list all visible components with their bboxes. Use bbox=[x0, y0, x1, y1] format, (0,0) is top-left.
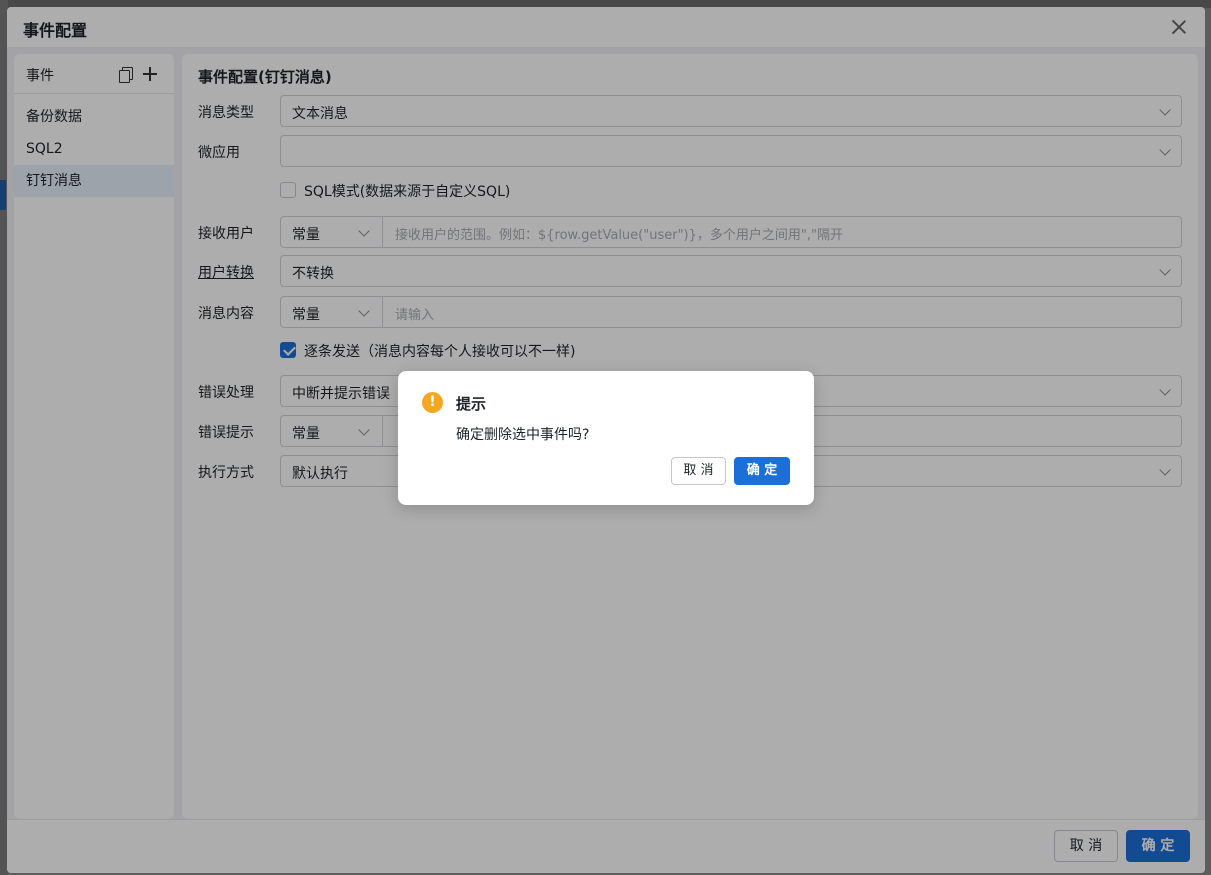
warning-icon: ! bbox=[422, 392, 443, 413]
confirm-title: 提示 bbox=[456, 395, 487, 413]
confirm-cancel-button[interactable]: 取 消 bbox=[671, 457, 726, 485]
confirm-message: 确定删除选中事件吗? bbox=[456, 427, 590, 443]
confirm-delete-popup: ! 提示 确定删除选中事件吗? 取 消 确 定 bbox=[398, 371, 814, 505]
confirm-ok-button[interactable]: 确 定 bbox=[734, 457, 790, 485]
